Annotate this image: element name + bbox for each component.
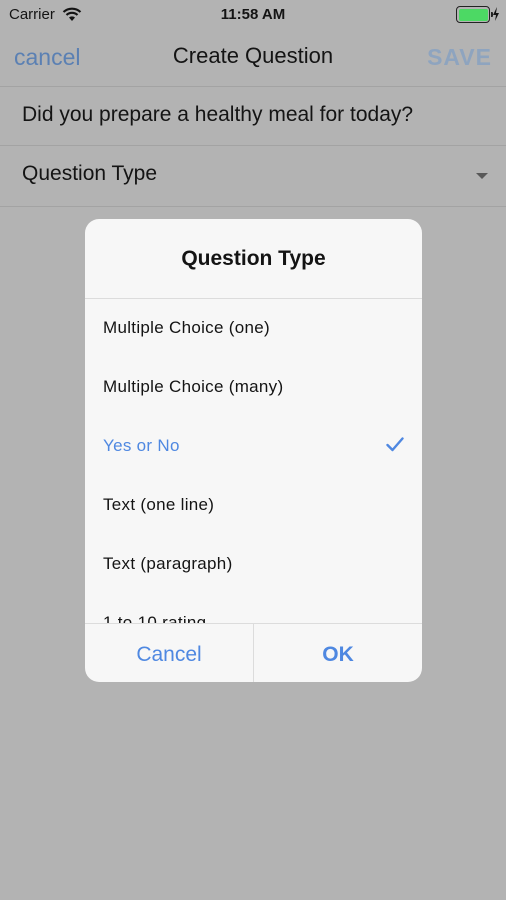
option-label: 1 to 10 rating [103,613,207,623]
dropdown-arrow-icon [476,173,488,179]
nav-bar: cancel Create Question SAVE [0,30,506,86]
battery-fill [458,8,488,21]
option-label: Multiple Choice (many) [103,377,284,396]
checkmark-icon [386,437,404,452]
option-item-rating[interactable]: 1 to 10 rating [85,594,422,623]
dialog-title: Question Type [181,247,326,270]
options-list[interactable]: Multiple Choice (one) Multiple Choice (m… [85,299,422,623]
option-label: Yes or No [103,436,180,455]
option-label: Text (one line) [103,495,215,514]
dialog-cancel-button[interactable]: Cancel [85,624,253,682]
question-type-dialog: Question Type Multiple Choice (one) Mult… [85,219,422,682]
option-item-text-paragraph[interactable]: Text (paragraph) [85,535,422,594]
nav-save-button[interactable]: SAVE [427,44,492,71]
status-time: 11:58 AM [220,6,286,23]
option-label: Text (paragraph) [103,554,233,573]
option-item-multiple-choice-one[interactable]: Multiple Choice (one) [85,299,422,358]
option-item-text-one-line[interactable]: Text (one line) [85,476,422,535]
option-label: Multiple Choice (one) [103,318,270,337]
charging-icon [493,7,499,21]
question-text-field[interactable]: Did you prepare a healthy meal for today… [0,86,506,146]
question-type-dropdown[interactable]: Question Type [0,146,506,207]
battery-icon [456,6,493,23]
option-item-multiple-choice-many[interactable]: Multiple Choice (many) [85,358,422,417]
question-text-value: Did you prepare a healthy meal for today… [22,103,414,126]
question-type-label: Question Type [22,162,158,185]
option-item-yes-or-no[interactable]: Yes or No [85,417,422,476]
status-bar: Carrier 11:58 AM [0,0,506,30]
dialog-ok-button[interactable]: OK [254,624,422,682]
